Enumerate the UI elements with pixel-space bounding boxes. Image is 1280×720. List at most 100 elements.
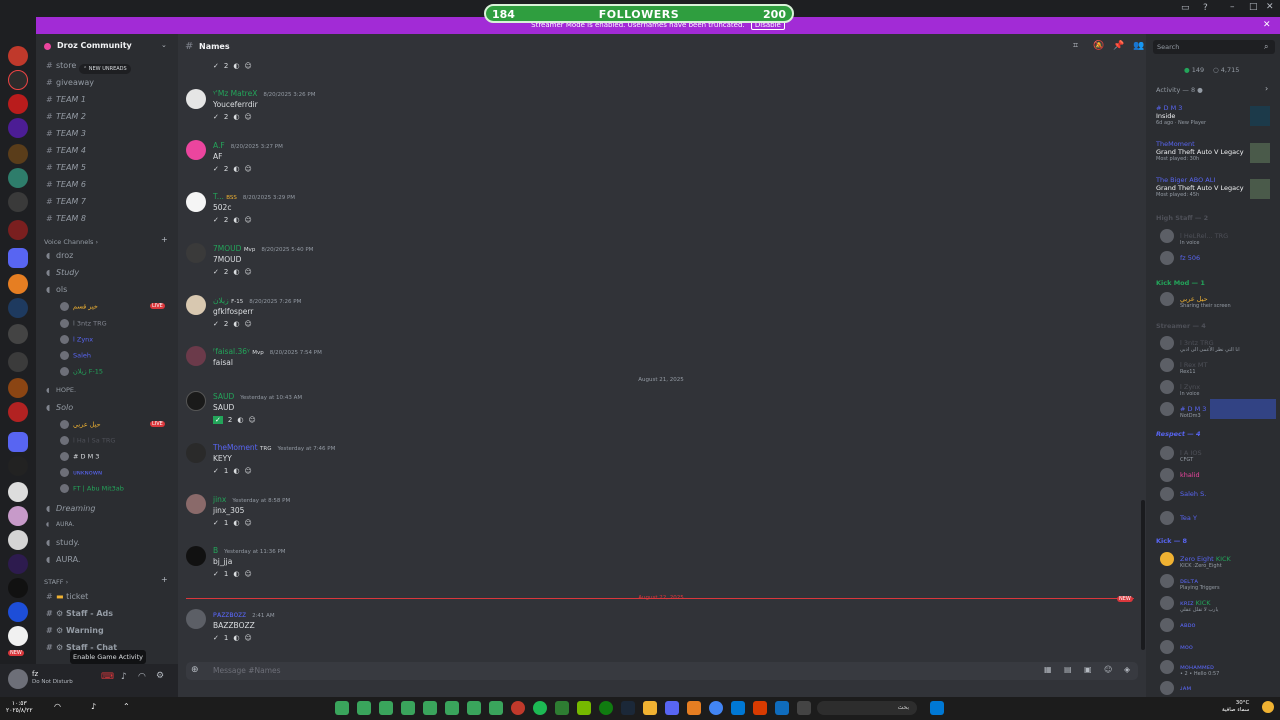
voice-channel-dreaming[interactable]: ◖ Dreaming bbox=[46, 504, 95, 513]
channel-team-4[interactable]: # TEAM 4 bbox=[46, 146, 86, 155]
member-item[interactable]: ᴋʀɪᴢ KICK يارب لا تقلل عقلي bbox=[1160, 596, 1218, 613]
server-icon[interactable] bbox=[8, 274, 28, 294]
server-icon[interactable] bbox=[8, 144, 28, 164]
taskbar-search[interactable]: بحث bbox=[817, 701, 917, 715]
server-icon[interactable] bbox=[8, 456, 28, 476]
avatar[interactable] bbox=[186, 140, 206, 160]
maximize-icon[interactable]: □ bbox=[1249, 2, 1258, 12]
voice-user[interactable]: خير قسم bbox=[60, 302, 98, 311]
pin-icon[interactable]: 📌 bbox=[1113, 41, 1124, 51]
taskbar-app-icon[interactable] bbox=[445, 701, 459, 715]
taskbar-app-icon[interactable] bbox=[379, 701, 393, 715]
settings-gear-icon[interactable]: ⚙ bbox=[156, 671, 164, 681]
voice-user[interactable]: l Zynx bbox=[60, 335, 93, 344]
server-icon[interactable] bbox=[8, 378, 28, 398]
taskbar-app-icon[interactable] bbox=[555, 701, 569, 715]
server-icon[interactable] bbox=[8, 118, 28, 138]
member-item[interactable]: ᴀʙᴅᴏ bbox=[1160, 618, 1196, 632]
message-author[interactable]: ᵞ'Mz MatreX 8/20/2025 3:26 PM bbox=[213, 89, 315, 98]
chevron-right-icon[interactable]: › bbox=[1265, 84, 1268, 93]
mute-bell-icon[interactable]: 🔕 bbox=[1093, 41, 1104, 51]
member-item[interactable]: ᴅᴇʟᴛᴀ Playing Triggers bbox=[1160, 574, 1220, 591]
voice-channel-study-2[interactable]: ◖ study. bbox=[46, 538, 80, 547]
help-icon[interactable]: ? bbox=[1203, 3, 1208, 13]
reaction-row[interactable]: ✓ 2 ◐ ☺ bbox=[213, 113, 257, 126]
voice-channel-study[interactable]: ◖ Study bbox=[46, 268, 79, 277]
threads-icon[interactable]: ⌗ bbox=[1073, 41, 1078, 51]
voice-user[interactable]: # D M 3 bbox=[60, 452, 99, 461]
member-item[interactable]: Zero Eight KICK KICK :Zero_Eight bbox=[1160, 552, 1231, 569]
game-activity-icon[interactable]: ⌨ bbox=[101, 672, 114, 682]
member-item[interactable]: حيل عربي Sharing their screen bbox=[1160, 292, 1231, 309]
avatar[interactable] bbox=[186, 346, 206, 366]
apps-icon[interactable]: ◈ bbox=[1124, 665, 1130, 674]
server-icon[interactable] bbox=[8, 530, 28, 550]
taskbar-app-icon[interactable] bbox=[731, 701, 745, 715]
headphones-icon[interactable]: ◠ bbox=[138, 672, 146, 682]
xbox-icon[interactable] bbox=[599, 701, 613, 715]
server-icon[interactable] bbox=[8, 578, 28, 598]
taskbar-app-icon[interactable] bbox=[797, 701, 811, 715]
channel-team-8[interactable]: # TEAM 8 bbox=[46, 214, 86, 223]
server-icon[interactable] bbox=[8, 168, 28, 188]
message-author[interactable]: B Yesterday at 11:36 PM bbox=[213, 546, 286, 555]
taskbar-app-icon[interactable] bbox=[467, 701, 481, 715]
server-icon[interactable] bbox=[8, 602, 28, 622]
server-icon[interactable] bbox=[8, 626, 28, 646]
member-item[interactable]: ᴊᴀᴍ bbox=[1160, 681, 1191, 695]
server-icon[interactable] bbox=[8, 554, 28, 574]
category-staff[interactable]: STAFF › bbox=[44, 578, 68, 586]
avatar[interactable] bbox=[186, 89, 206, 109]
member-item[interactable]: ᴍᴏʜᴀᴍᴍᴇᴅ • 2 • Hello 0:57 bbox=[1160, 660, 1219, 677]
activity-label[interactable]: Activity — 8 ● bbox=[1156, 86, 1203, 94]
member-list-icon[interactable]: 👥 bbox=[1133, 41, 1144, 51]
taskbar-app-icon[interactable] bbox=[357, 701, 371, 715]
channel-team-6[interactable]: # TEAM 6 bbox=[46, 180, 86, 189]
chat-scrollbar[interactable] bbox=[1141, 500, 1145, 650]
taskbar-app-icon[interactable] bbox=[577, 701, 591, 715]
windows-start-icon[interactable] bbox=[930, 701, 944, 715]
add-channel-icon[interactable]: + bbox=[161, 575, 168, 584]
server-name[interactable]: Droz Community bbox=[57, 41, 132, 50]
file-explorer-icon[interactable] bbox=[643, 701, 657, 715]
server-icon[interactable] bbox=[8, 324, 28, 344]
server-icon[interactable] bbox=[8, 352, 28, 372]
channel-store[interactable]: # store bbox=[46, 61, 76, 70]
server-icon[interactable] bbox=[8, 220, 28, 240]
microphone-icon[interactable]: ♪ bbox=[121, 672, 127, 682]
avatar[interactable] bbox=[8, 669, 28, 689]
reaction-row[interactable]: ✓ 2 ◐ ☺ bbox=[213, 216, 257, 229]
avatar[interactable] bbox=[186, 243, 206, 263]
gif-icon[interactable]: ▤ bbox=[1064, 665, 1072, 674]
reaction-row[interactable]: ✓ 1 ◐ ☺ bbox=[213, 519, 257, 532]
channel-team-3[interactable]: # TEAM 3 bbox=[46, 129, 86, 138]
voice-channel-aura-2[interactable]: ◖ AURA. bbox=[46, 555, 80, 564]
search-icon[interactable]: ⌕ bbox=[1264, 42, 1268, 52]
voice-channel-ols[interactable]: ◖ ols bbox=[46, 285, 67, 294]
member-item[interactable]: l HeLRel... TRG In voice bbox=[1160, 229, 1228, 246]
message-author[interactable]: 7MOUD Mvp 8/20/2025 5:40 PM bbox=[213, 244, 313, 253]
avatar[interactable] bbox=[186, 494, 206, 514]
voice-user[interactable]: حيل عربي bbox=[60, 420, 101, 429]
voice-user[interactable]: زيلان F-15 bbox=[60, 367, 103, 376]
search-input[interactable]: Search bbox=[1153, 40, 1275, 54]
steam-icon[interactable] bbox=[621, 701, 635, 715]
channel-team-5[interactable]: # TEAM 5 bbox=[46, 163, 86, 172]
member-item[interactable]: fz 506 bbox=[1160, 251, 1200, 265]
message-author[interactable]: زيلان F-15 8/20/2025 7:26 PM bbox=[213, 296, 301, 305]
voice-channel-solo[interactable]: ◖ Solo bbox=[46, 403, 73, 412]
message-author[interactable]: TheMoment TRG Yesterday at 7:46 PM bbox=[213, 443, 335, 452]
voice-user[interactable]: FT | Abu Mit3ab bbox=[60, 484, 124, 493]
member-item[interactable]: l 3ntz TRG انا التي نظر الأعمى الى ادبي bbox=[1160, 336, 1240, 353]
voice-user[interactable]: l 3ntz TRG bbox=[60, 319, 107, 328]
server-icon[interactable] bbox=[8, 70, 28, 90]
message-input[interactable]: Message #Names bbox=[213, 666, 281, 675]
taskbar-app-icon[interactable] bbox=[401, 701, 415, 715]
channel-staff-ads[interactable]: # ⚙ Staff - Ads bbox=[46, 609, 113, 618]
wifi-icon[interactable]: ◠ bbox=[54, 702, 61, 711]
message-composer[interactable] bbox=[186, 662, 1138, 680]
gift-icon[interactable]: ▦ bbox=[1044, 665, 1052, 674]
emoji-icon[interactable]: ☺ bbox=[1104, 665, 1112, 674]
channel-team-2[interactable]: # TEAM 2 bbox=[46, 112, 86, 121]
channel-ticket[interactable]: # ▬ ticket bbox=[46, 592, 88, 601]
